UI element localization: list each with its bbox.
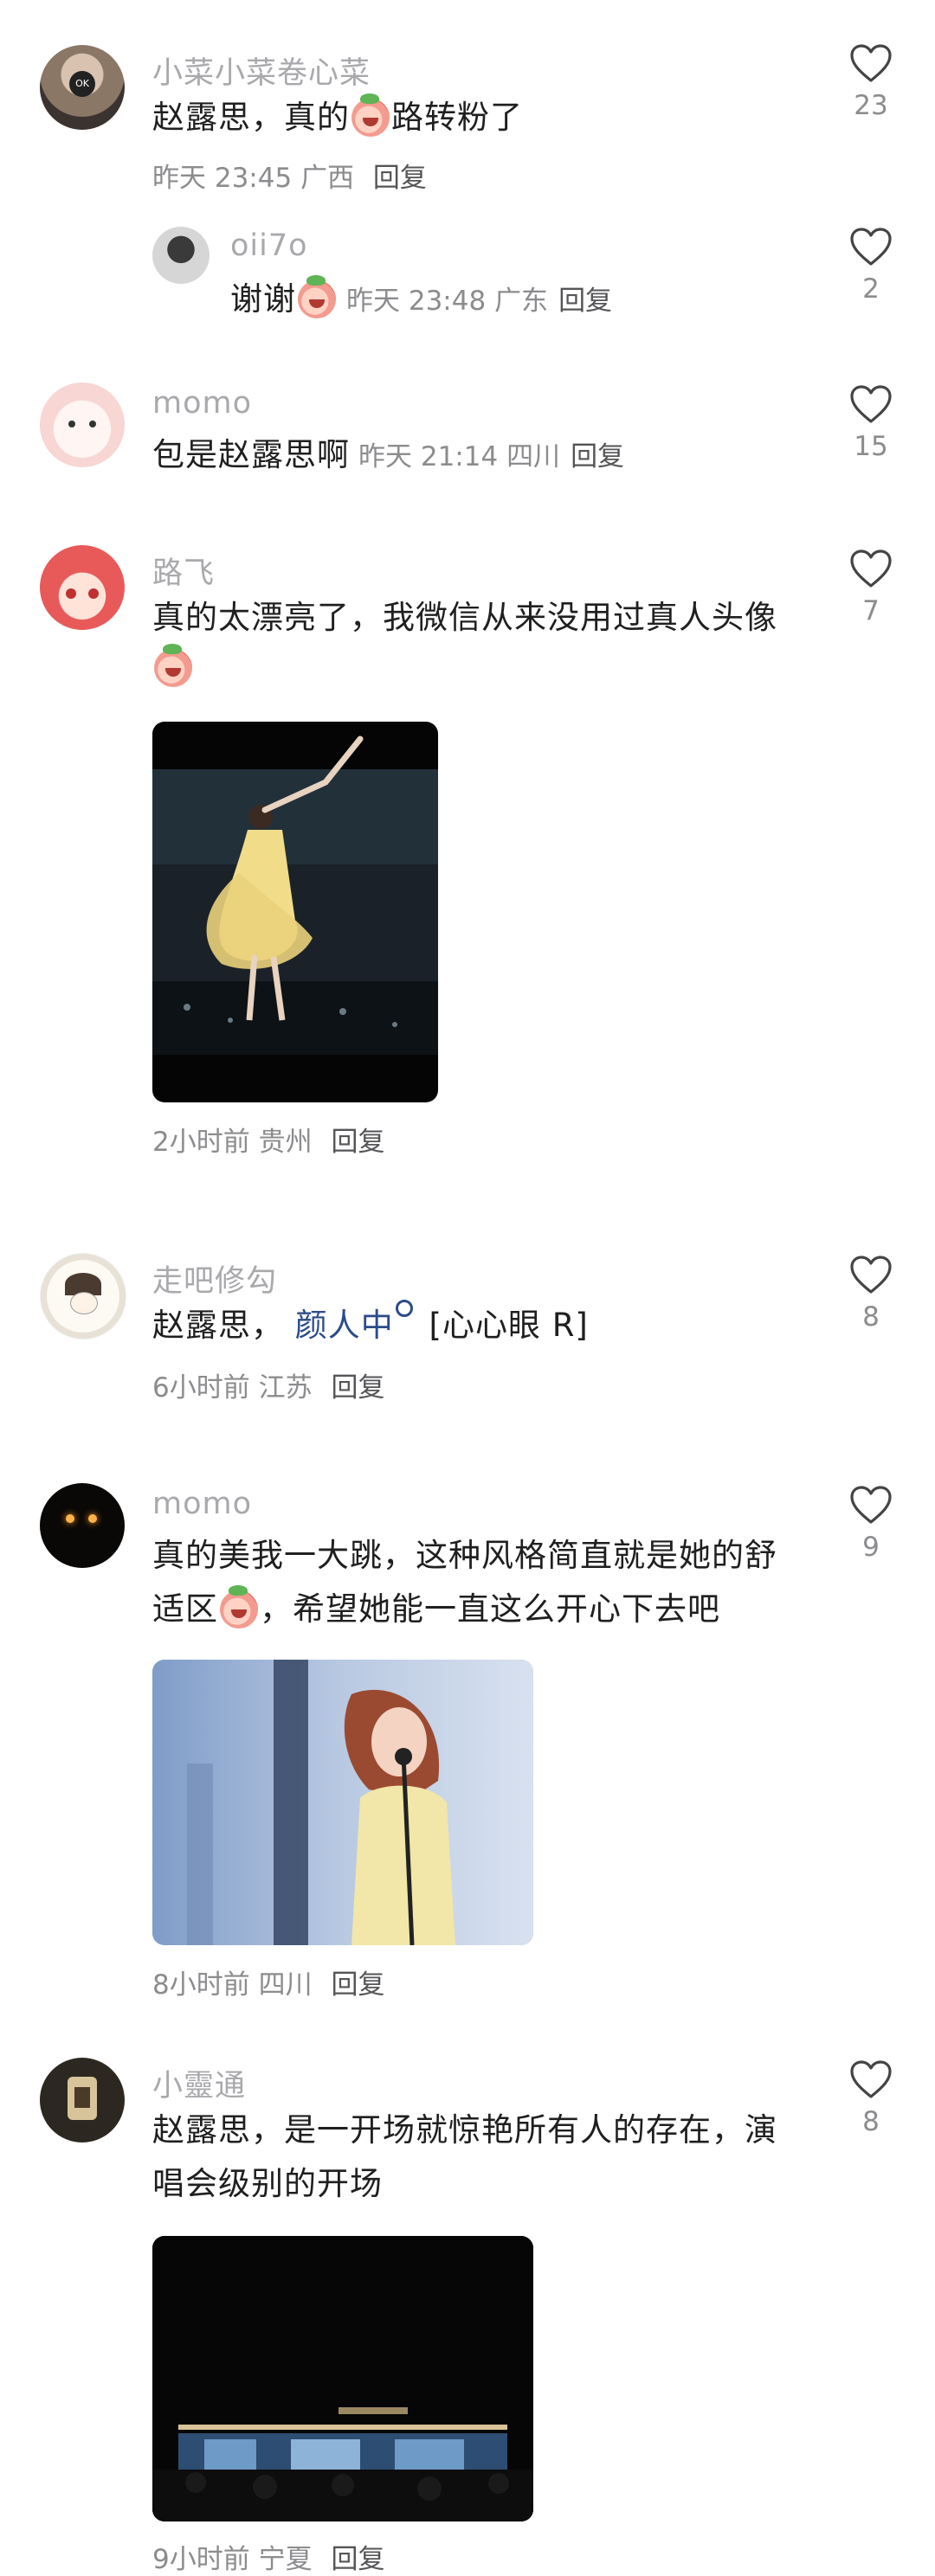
comment-text-part: 包是赵露思啊 bbox=[152, 436, 350, 473]
username[interactable]: 走吧修勾 bbox=[152, 1256, 277, 1301]
like-button[interactable]: 9 bbox=[823, 1485, 919, 1563]
heart-icon bbox=[850, 2060, 892, 2098]
comment-image[interactable] bbox=[152, 1660, 533, 1945]
heart-icon bbox=[850, 44, 892, 82]
comment-time: 昨天 23:48 bbox=[346, 286, 487, 317]
username[interactable]: momo bbox=[152, 386, 252, 421]
like-count: 7 bbox=[862, 595, 880, 626]
comment-time: 6小时前 bbox=[152, 1372, 250, 1404]
comment-text: 谢谢 昨天 23:48 广东 回复 bbox=[230, 273, 612, 327]
like-button[interactable]: 2 bbox=[823, 227, 919, 305]
like-count: 8 bbox=[862, 1301, 880, 1333]
comment-location: 四川 bbox=[258, 1969, 313, 2001]
peach-emoji-icon bbox=[298, 275, 336, 318]
comment-text-part: 适区 bbox=[152, 1590, 218, 1628]
comment-time: 9小时前 bbox=[152, 2544, 250, 2575]
stage-wide-photo bbox=[152, 2236, 533, 2521]
comment-text-part: 赵露思， bbox=[152, 1307, 284, 1344]
comment-text: 赵露思， 颜人中 [心心眼 R] bbox=[152, 1300, 589, 1352]
comment-text: 赵露思，是一开场就惊艳所有人的存在，演 bbox=[152, 2111, 777, 2149]
heart-icon bbox=[850, 385, 892, 423]
comment-location: 宁夏 bbox=[258, 2544, 313, 2575]
like-button[interactable]: 15 bbox=[823, 384, 919, 462]
avatar[interactable] bbox=[40, 382, 125, 467]
comment-text-part: 赵露思，真的 bbox=[152, 99, 350, 136]
peach-emoji-icon bbox=[154, 644, 192, 687]
comment-text-part: 谢谢 bbox=[230, 280, 296, 318]
comment-image[interactable] bbox=[152, 722, 438, 1102]
comment-time: 2小时前 bbox=[152, 1127, 250, 1158]
comment-time: 昨天 23:45 bbox=[152, 163, 293, 194]
comment-location: 江苏 bbox=[258, 1372, 313, 1404]
reply-button[interactable]: 回复 bbox=[331, 1127, 384, 1158]
comment-location: 贵州 bbox=[258, 1127, 313, 1158]
singer-microphone-photo bbox=[152, 1660, 533, 1945]
comment-time: 昨天 21:14 bbox=[358, 441, 499, 472]
comment-meta: 昨天 23:48 广东 回复 bbox=[346, 286, 612, 317]
comment-text-line2: 适区 ，希望她能一直这么开心下去吧 bbox=[152, 1584, 720, 1635]
reply-button[interactable]: 回复 bbox=[331, 2544, 384, 2575]
heart-icon bbox=[850, 1486, 892, 1524]
crying-emoji-icon bbox=[220, 1585, 258, 1628]
avatar[interactable]: OK bbox=[40, 45, 125, 130]
comment-text: 真的太漂亮了，我微信从来没用过真人头像 bbox=[152, 599, 777, 636]
comment-text-line2: 唱会级别的开场 bbox=[152, 2165, 383, 2202]
comment-meta: 6小时前 江苏 回复 bbox=[152, 1365, 384, 1404]
search-icon bbox=[395, 1300, 413, 1317]
avatar[interactable] bbox=[152, 227, 210, 284]
comment-meta: 2小时前 贵州 回复 bbox=[152, 1120, 384, 1159]
like-count: 9 bbox=[862, 1532, 880, 1563]
heart-icon bbox=[850, 228, 892, 266]
comment-meta: 昨天 23:45 广西 回复 bbox=[152, 156, 427, 195]
like-button[interactable]: 7 bbox=[823, 549, 919, 626]
comment-image[interactable] bbox=[152, 2236, 533, 2521]
comment-meta: 8小时前 四川 回复 bbox=[152, 1963, 384, 2001]
comment-location: 广西 bbox=[300, 163, 355, 194]
like-button[interactable]: 23 bbox=[823, 43, 919, 121]
avatar[interactable] bbox=[40, 545, 125, 630]
avatar[interactable] bbox=[40, 1253, 126, 1339]
comment-text: 赵露思，真的 路转粉了 bbox=[152, 92, 523, 144]
like-button[interactable]: 8 bbox=[823, 2059, 919, 2137]
username[interactable]: momo bbox=[152, 1487, 252, 1521]
like-count: 15 bbox=[854, 431, 888, 462]
comment-time: 8小时前 bbox=[152, 1969, 250, 2001]
reply-button[interactable]: 回复 bbox=[373, 163, 427, 194]
comment-text-line2 bbox=[152, 642, 194, 694]
comment-meta: 9小时前 宁夏 回复 bbox=[152, 2537, 384, 2576]
username[interactable]: 路飞 bbox=[152, 549, 215, 593]
username[interactable]: 小菜小菜卷心菜 bbox=[152, 48, 371, 93]
comment-meta: 昨天 21:14 四川 回复 bbox=[358, 441, 624, 472]
search-link[interactable]: 颜人中 bbox=[295, 1307, 394, 1344]
like-count: 2 bbox=[862, 273, 880, 305]
username[interactable]: 小靈通 bbox=[152, 2061, 246, 2105]
reply-button[interactable]: 回复 bbox=[558, 286, 612, 317]
heart-icon bbox=[850, 1256, 892, 1294]
concert-photo-yellow-dress bbox=[152, 736, 438, 1055]
comment-text: 包是赵露思啊 昨天 21:14 四川 回复 bbox=[152, 429, 624, 483]
reply-button[interactable]: 回复 bbox=[571, 441, 624, 472]
comment-text-part: ，希望她能一直这么开心下去吧 bbox=[260, 1590, 720, 1628]
avatar[interactable] bbox=[40, 2058, 125, 2142]
avatar[interactable] bbox=[40, 1483, 125, 1568]
heart-icon bbox=[850, 549, 892, 588]
username[interactable]: oii7o bbox=[230, 228, 308, 263]
like-count: 23 bbox=[854, 90, 888, 121]
peach-emoji-icon bbox=[351, 93, 390, 137]
reply-button[interactable]: 回复 bbox=[331, 1969, 384, 2001]
comment-text-part: [心心眼 R] bbox=[429, 1307, 589, 1344]
comment-location: 四川 bbox=[506, 441, 561, 472]
comment-text: 真的美我一大跳，这种风格简直就是她的舒 bbox=[152, 1537, 777, 1574]
reply-button[interactable]: 回复 bbox=[331, 1372, 384, 1404]
like-count: 8 bbox=[862, 2106, 880, 2137]
like-button[interactable]: 8 bbox=[823, 1255, 919, 1333]
comment-location: 广东 bbox=[494, 286, 549, 317]
comment-text-part: 路转粉了 bbox=[391, 99, 523, 136]
